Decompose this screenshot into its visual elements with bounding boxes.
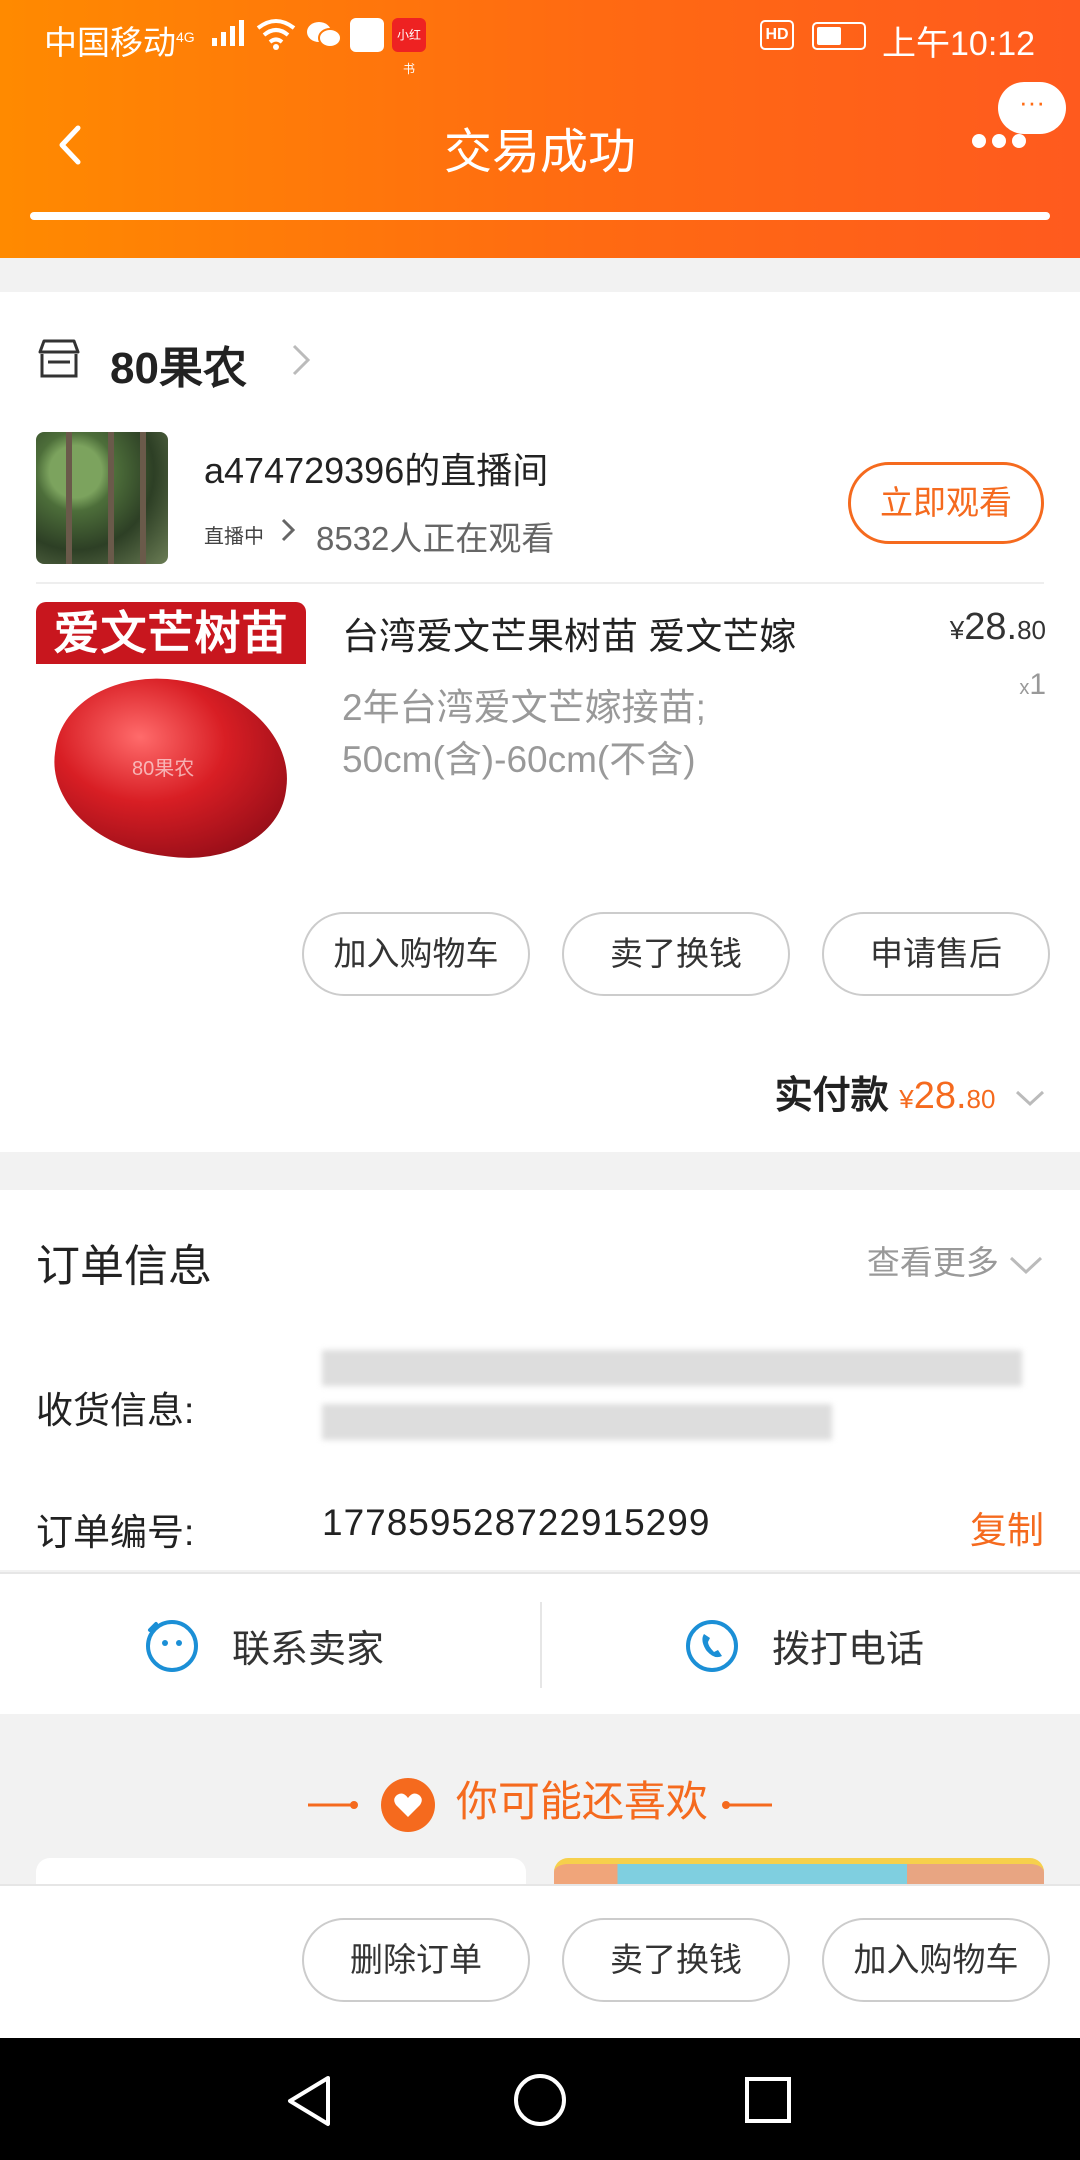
contact-seller-label: 联系卖家 xyxy=(232,1629,385,1671)
hd-icon: HD xyxy=(760,20,794,50)
nav-back-icon[interactable] xyxy=(284,2074,334,2128)
heart-icon xyxy=(381,1777,436,1832)
copy-order-number-button[interactable]: 复制 xyxy=(970,1500,1044,1554)
nav-recents-icon[interactable] xyxy=(744,2076,792,2124)
after-sales-button[interactable]: 申请售后 xyxy=(822,912,1050,996)
paid-label: 实付款 xyxy=(774,1075,889,1117)
call-phone-label: 拨打电话 xyxy=(772,1629,925,1671)
nav-home-icon[interactable] xyxy=(512,2072,568,2128)
live-status-label: 直播中 xyxy=(204,526,264,548)
product-image[interactable]: 爱文芒树苗 80果农 xyxy=(36,602,306,872)
chevron-down-icon[interactable] xyxy=(1014,1088,1046,1108)
chevron-right-icon[interactable] xyxy=(290,340,312,380)
live-room-thumbnail[interactable] xyxy=(36,432,168,564)
message-bubble-icon: ··· xyxy=(998,82,1066,134)
divider xyxy=(36,582,1044,584)
wifi-icon xyxy=(256,19,296,50)
product-spec: 2年台湾爱文芒嫁接苗; 50cm(含)-60cm(不含) xyxy=(342,687,706,780)
wechat-icon xyxy=(307,22,342,48)
order-info-title: 订单信息 xyxy=(36,1242,212,1291)
page-title: 交易成功 xyxy=(443,126,636,179)
decorative-line-icon xyxy=(308,1800,359,1809)
order-number: 177859528722915299 xyxy=(322,1502,711,1543)
product-price: ¥28.80 xyxy=(949,606,1046,648)
order-info-card: 订单信息 查看更多 收货信息: 订单编号: 177859528722915299… xyxy=(0,1190,1080,1570)
address-label: 收货信息: xyxy=(36,1390,195,1431)
contact-bar: 联系卖家 拨打电话 xyxy=(0,1572,1080,1714)
battery-icon xyxy=(812,22,866,50)
chevron-right-icon xyxy=(281,518,296,542)
status-bar: 中国移动4G 小红书 HD 上午10:12 xyxy=(0,0,1080,76)
header: 中国移动4G 小红书 HD 上午10:12 交易成功 ··· xyxy=(0,0,1080,258)
live-viewer-count: 8532人正在观看 xyxy=(316,520,555,557)
add-to-cart-button[interactable]: 加入购物车 xyxy=(822,1918,1050,2002)
shop-name[interactable]: 80果农 xyxy=(110,332,247,396)
chat-face-icon xyxy=(146,1620,198,1672)
system-navigation-bar xyxy=(0,2038,1080,2160)
header-divider xyxy=(30,212,1050,220)
decorative-line-icon xyxy=(721,1800,772,1809)
address-redacted xyxy=(322,1350,1022,1480)
carrier-label: 中国移动4G xyxy=(44,24,195,61)
xiaohongshu-icon: 小红书 xyxy=(392,18,426,76)
app-icon xyxy=(350,18,384,52)
order-item-card: 80果农 a474729396的直播间 直播中 8532人正在观看 立即观看 爱… xyxy=(0,292,1080,1152)
order-number-label: 订单编号: xyxy=(36,1512,195,1553)
add-to-cart-button[interactable]: 加入购物车 xyxy=(302,912,530,996)
more-menu-button[interactable]: ··· xyxy=(972,82,1066,158)
product-quantity: x1 xyxy=(1019,668,1046,701)
contact-seller-button[interactable]: 联系卖家 xyxy=(0,1574,540,1716)
sell-for-cash-button[interactable]: 卖了换钱 xyxy=(562,1918,790,2002)
recommendation-title: 你可能还喜欢 xyxy=(0,1768,1080,1833)
view-more-button[interactable]: 查看更多 xyxy=(867,1236,1044,1284)
payment-summary[interactable]: 实付款 ¥28.80 xyxy=(775,1064,1046,1119)
call-phone-button[interactable]: 拨打电话 xyxy=(540,1574,1080,1716)
live-room-title[interactable]: a474729396的直播间 xyxy=(204,442,548,494)
phone-icon xyxy=(686,1620,738,1672)
watch-now-button[interactable]: 立即观看 xyxy=(848,462,1044,544)
clock: 上午10:12 xyxy=(882,25,1036,63)
product-image-watermark: 80果农 xyxy=(132,758,195,780)
bottom-action-bar: 删除订单 卖了换钱 加入购物车 xyxy=(0,1884,1080,2038)
chevron-down-icon xyxy=(1009,1257,1043,1275)
paid-amount: ¥28.80 xyxy=(899,1075,996,1117)
sell-for-cash-button[interactable]: 卖了换钱 xyxy=(562,912,790,996)
delete-order-button[interactable]: 删除订单 xyxy=(302,1918,530,2002)
product-image-banner: 爱文芒树苗 xyxy=(36,602,306,664)
signal-icon xyxy=(212,20,244,46)
product-title[interactable]: 台湾爱文芒果树苗 爱文芒嫁 xyxy=(342,606,796,660)
more-dots-icon xyxy=(972,134,1032,153)
store-icon xyxy=(38,339,80,378)
